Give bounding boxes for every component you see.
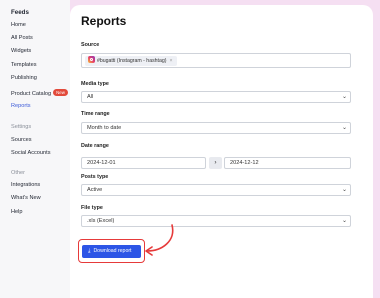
sidebar-item-sources[interactable]: Sources xyxy=(11,137,32,143)
sidebar-item-all-posts[interactable]: All Posts xyxy=(11,35,33,41)
chevron-down-icon: ⌄ xyxy=(341,94,347,100)
source-chip[interactable]: #bugatti (Instagram - hashtag) × xyxy=(85,56,177,66)
posts-type-select[interactable]: Active ⌄ xyxy=(81,184,351,196)
new-badge: New xyxy=(53,89,68,96)
sidebar-item-reports[interactable]: Reports xyxy=(11,103,31,109)
sidebar: Feeds Home All Posts Widgets Templates P… xyxy=(0,0,70,298)
source-label: Source xyxy=(81,42,100,48)
curved-arrow xyxy=(145,224,174,256)
sidebar-item-home[interactable]: Home xyxy=(11,22,26,28)
sidebar-section-settings: Settings xyxy=(11,124,32,130)
file-type-label: File type xyxy=(81,205,103,211)
sidebar-item-widgets[interactable]: Widgets xyxy=(11,48,31,54)
sidebar-item-templates[interactable]: Templates xyxy=(11,62,37,68)
instagram-icon xyxy=(88,56,95,63)
file-type-select[interactable]: .xls (Excel) ⌄ xyxy=(81,215,351,227)
main-panel: Reports Source #bugatti (Instagram - has… xyxy=(70,5,373,298)
download-icon: ⤓ xyxy=(88,248,91,254)
chevron-down-icon: ⌄ xyxy=(341,187,347,193)
chip-remove-icon[interactable]: × xyxy=(170,58,173,64)
file-type-value: .xls (Excel) xyxy=(87,218,115,224)
sidebar-item-integrations[interactable]: Integrations xyxy=(11,182,40,188)
chevron-down-icon: ⌄ xyxy=(341,125,347,131)
sidebar-section-other: Other xyxy=(11,170,25,176)
sidebar-title: Feeds xyxy=(11,9,29,16)
media-type-select[interactable]: All ⌄ xyxy=(81,91,351,103)
time-range-value: Month to date xyxy=(87,125,122,131)
sidebar-item-help[interactable]: Help xyxy=(11,209,23,215)
posts-type-label: Posts type xyxy=(81,174,109,180)
sidebar-item-social-accounts[interactable]: Social Accounts xyxy=(11,150,51,156)
page-title: Reports xyxy=(81,14,127,28)
posts-type-value: Active xyxy=(87,187,103,193)
sidebar-item-label: Product Catalog xyxy=(11,91,52,97)
sidebar-item-whats-new[interactable]: What's New xyxy=(11,195,41,201)
download-label: Download report xyxy=(93,248,132,254)
media-type-label: Media type xyxy=(81,81,109,87)
date-from-input[interactable]: 2024-12-01 xyxy=(81,157,206,169)
date-range-label: Date range xyxy=(81,143,109,149)
time-range-select[interactable]: Month to date ⌄ xyxy=(81,122,351,134)
download-report-button[interactable]: ⤓ Download report xyxy=(82,245,141,258)
chevron-right-icon: › xyxy=(209,157,222,169)
source-field[interactable]: #bugatti (Instagram - hashtag) × xyxy=(81,53,351,68)
source-chip-label: #bugatti (Instagram - hashtag) xyxy=(97,58,167,64)
sidebar-item-product-catalog[interactable]: Product Catalog New xyxy=(11,89,68,97)
time-range-label: Time range xyxy=(81,111,110,117)
date-to-input[interactable]: 2024-12-12 xyxy=(224,157,351,169)
media-type-value: All xyxy=(87,94,94,100)
chevron-down-icon: ⌄ xyxy=(341,218,347,224)
sidebar-item-publishing[interactable]: Publishing xyxy=(11,75,37,81)
